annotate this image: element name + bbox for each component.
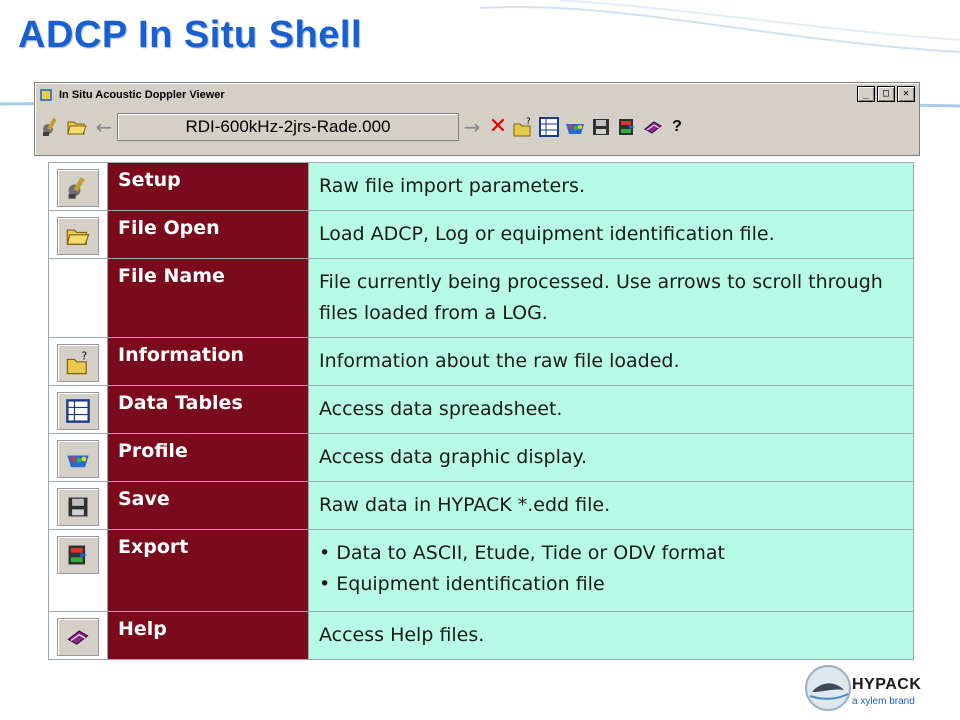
feature-name: Profile (107, 433, 309, 482)
save-icon (57, 488, 99, 526)
help-book-icon (57, 618, 99, 656)
table-row: Help Access Help files. (48, 611, 914, 660)
feature-name: Information (107, 337, 309, 386)
feature-description: Raw file import parameters. (308, 162, 914, 211)
help-book-icon (644, 121, 662, 134)
maximize-button[interactable]: □ (877, 86, 895, 102)
setup-button[interactable] (39, 115, 63, 139)
minimize-button[interactable]: _ (857, 86, 875, 102)
profile-icon (57, 440, 99, 478)
icon-cell (48, 385, 108, 434)
feature-description: Access Help files. (308, 611, 914, 660)
feature-description: Access data spreadsheet. (308, 385, 914, 434)
feature-description: File currently being processed. Use arro… (308, 258, 914, 338)
window-titlebar: In Situ Acoustic Doppler Viewer (37, 86, 917, 104)
table-row: File Name File currently being processed… (48, 258, 914, 338)
folder-open-icon (67, 121, 87, 135)
export-button[interactable] (615, 115, 639, 139)
save-icon (593, 119, 609, 135)
svg-text:?: ? (82, 350, 88, 362)
next-file-arrow[interactable]: → (459, 115, 485, 139)
bullet-text: Equipment identification file (336, 573, 605, 595)
feature-description: Raw data in HYPACK *.edd file. (308, 481, 914, 530)
icon-cell (48, 611, 108, 660)
information-button[interactable]: ? (511, 115, 535, 139)
table-row: Profile Access data graphic display. (48, 433, 914, 482)
bullet-item: • Data to ASCII, Etude, Tide or ODV form… (319, 542, 725, 564)
table-row: Data Tables Access data spreadsheet. (48, 385, 914, 434)
feature-name: File Open (107, 210, 309, 259)
data-tables-icon (539, 117, 559, 137)
previous-file-arrow[interactable]: ← (91, 115, 117, 139)
export-icon (57, 536, 99, 574)
feature-name: Save (107, 481, 309, 530)
bullet-item: • Equipment identification file (319, 573, 605, 595)
feature-name: Data Tables (107, 385, 309, 434)
icon-cell (48, 210, 108, 259)
file-name-field[interactable]: RDI-600kHz-2jrs-Rade.000 (117, 113, 459, 141)
svg-text:?: ? (526, 117, 531, 127)
feature-name: File Name (107, 258, 309, 338)
setup-icon (43, 117, 57, 136)
export-icon (619, 119, 635, 135)
table-row: Export • Data to ASCII, Etude, Tide or O… (48, 529, 914, 612)
app-window: In Situ Acoustic Doppler Viewer _ □ ✕ ← … (34, 82, 920, 156)
close-button[interactable]: ✕ (897, 86, 915, 102)
information-icon: ? (513, 117, 531, 137)
bullet-text: Data to ASCII, Etude, Tide or ODV format (336, 542, 725, 564)
feature-description: Information about the raw file loaded. (308, 337, 914, 386)
icon-cell (48, 433, 108, 482)
table-row: File Open Load ADCP, Log or equipment id… (48, 210, 914, 259)
app-icon (40, 89, 52, 101)
icon-cell (48, 162, 108, 211)
window-title: In Situ Acoustic Doppler Viewer (59, 89, 225, 101)
profile-button[interactable] (563, 115, 587, 139)
information-icon: ? (57, 344, 99, 382)
help-book-button[interactable] (641, 115, 665, 139)
folder-open-icon (57, 217, 99, 255)
feature-name: Help (107, 611, 309, 660)
feature-description: Load ADCP, Log or equipment identificati… (308, 210, 914, 259)
table-row: Save Raw data in HYPACK *.edd file. (48, 481, 914, 530)
data-tables-button[interactable] (537, 115, 561, 139)
icon-cell (48, 481, 108, 530)
feature-name: Setup (107, 162, 309, 211)
table-row: ? Information Information about the raw … (48, 337, 914, 386)
save-button[interactable] (589, 115, 613, 139)
window-controls: _ □ ✕ (857, 86, 915, 102)
icon-cell (48, 258, 108, 338)
feature-name: Export (107, 529, 309, 612)
feature-description: Access data graphic display. (308, 433, 914, 482)
help-button[interactable]: ? (667, 118, 687, 136)
feature-description: • Data to ASCII, Etude, Tide or ODV form… (308, 529, 914, 612)
setup-icon (57, 169, 99, 207)
close-file-icon[interactable]: ✕ (485, 115, 511, 139)
logo-subtitle: a xylem brand (852, 696, 915, 707)
slide-title: ADCP In Situ Shell (18, 14, 363, 56)
toolbar: ← RDI-600kHz-2jrs-Rade.000 → ✕ ? ? (39, 109, 915, 145)
logo-name: HYPACK (852, 676, 922, 693)
icon-cell (48, 529, 108, 612)
feature-table: Setup Raw file import parameters. File O… (48, 162, 914, 660)
profile-icon (566, 124, 584, 134)
table-row: Setup Raw file import parameters. (48, 162, 914, 211)
icon-cell: ? (48, 337, 108, 386)
file-open-button[interactable] (65, 115, 89, 139)
data-tables-icon (57, 392, 99, 430)
